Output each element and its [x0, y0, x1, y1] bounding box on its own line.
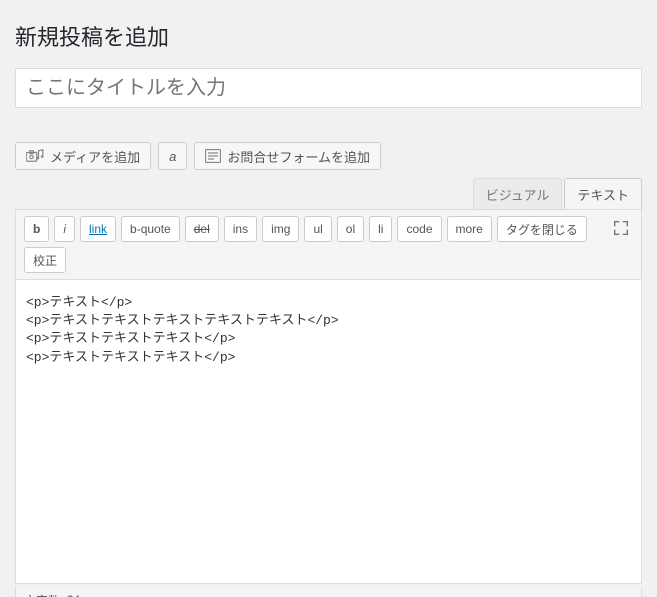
quicktags-toolbar: b i link b-quote del ins img ul ol li co…	[15, 209, 642, 280]
qt-ins-button[interactable]: ins	[224, 216, 257, 242]
tab-visual[interactable]: ビジュアル	[473, 178, 563, 209]
tab-visual-label: ビジュアル	[486, 185, 550, 204]
status-bar: 文字数: 24	[15, 587, 642, 597]
editor-tabs: ビジュアル テキスト	[15, 178, 642, 209]
content-textarea[interactable]	[15, 280, 642, 584]
tab-text-label: テキスト	[577, 185, 629, 204]
qt-li-button[interactable]: li	[369, 216, 392, 242]
qt-proof-button[interactable]: 校正	[24, 247, 66, 273]
qt-more-button[interactable]: more	[447, 216, 492, 242]
qt-img-button[interactable]: img	[262, 216, 299, 242]
form-icon	[205, 149, 221, 163]
contact-form-button[interactable]: お問合せフォームを追加	[194, 142, 381, 170]
qt-del-button[interactable]: del	[185, 216, 219, 242]
qt-italic-button[interactable]: i	[54, 216, 75, 242]
amazon-button[interactable]: a	[158, 142, 187, 170]
page-title: 新規投稿を追加	[15, 20, 642, 52]
amazon-label: a	[169, 149, 176, 164]
fullscreen-toggle[interactable]	[609, 217, 633, 241]
qt-ul-button[interactable]: ul	[304, 216, 331, 242]
qt-code-button[interactable]: code	[397, 216, 441, 242]
camera-music-icon	[26, 149, 44, 163]
qt-closetags-button[interactable]: タグを閉じる	[497, 216, 587, 242]
qt-bold-button[interactable]: b	[24, 216, 49, 242]
add-media-button[interactable]: メディアを追加	[15, 142, 151, 170]
media-buttons-row: メディアを追加 a お問合せフォームを追加	[15, 142, 642, 170]
contact-form-label: お問合せフォームを追加	[227, 147, 370, 166]
tab-text[interactable]: テキスト	[564, 178, 642, 209]
qt-link-button[interactable]: link	[80, 216, 116, 242]
expand-icon	[612, 219, 630, 240]
wordcount-label: 文字数:	[24, 592, 63, 597]
qt-ol-button[interactable]: ol	[337, 216, 364, 242]
qt-blockquote-button[interactable]: b-quote	[121, 216, 180, 242]
add-media-label: メディアを追加	[50, 147, 140, 166]
wordcount-value: 24	[67, 593, 80, 597]
post-title-input[interactable]	[15, 68, 642, 108]
